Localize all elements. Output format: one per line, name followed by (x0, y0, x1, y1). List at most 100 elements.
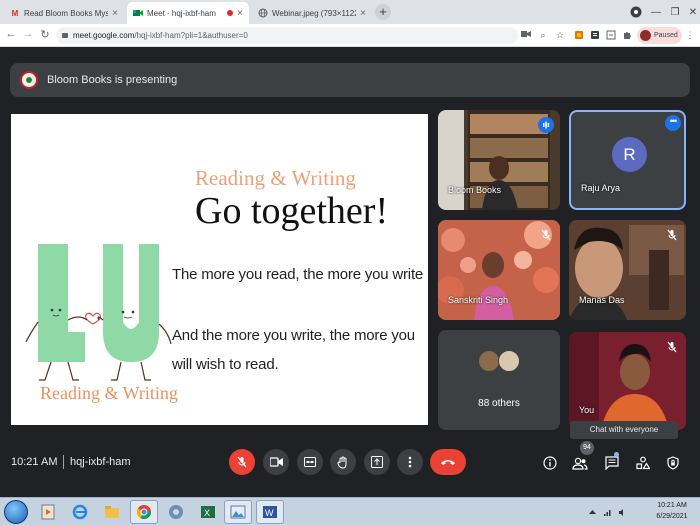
taskbar-time: 10:21 AM (657, 502, 687, 509)
tab-gmail[interactable]: M Read Bloom Books Mystery Read × (4, 2, 124, 24)
hand-icon (337, 456, 347, 469)
avatar: R (612, 137, 647, 172)
slide-line-1: The more you read, the more you write (172, 266, 424, 283)
slide-heading-small: Reading & Writing (195, 166, 356, 190)
participant-tile-sanskriti-singh[interactable]: Sanskriti Singh (438, 220, 560, 320)
mic-toggle-button[interactable] (229, 449, 255, 475)
mic-off-icon (541, 229, 551, 241)
presentation-slide: Reading & Writing Go together! The more … (11, 114, 428, 425)
url-field[interactable]: meet.google.com/hqj-ixbf-ham?pli=1&authu… (56, 27, 518, 44)
chrome-icon[interactable] (130, 500, 158, 524)
extension-capture-icon[interactable] (606, 30, 616, 40)
camera-permission-icon[interactable] (521, 30, 531, 40)
browser-menu-icon[interactable]: ⋮ (685, 30, 695, 40)
reload-icon[interactable]: ↻ (38, 28, 52, 41)
new-message-dot (614, 452, 619, 457)
tab-title: Read Bloom Books Mystery Read (24, 8, 109, 18)
presenting-banner: Bloom Books is presenting (10, 63, 690, 97)
forward-icon[interactable]: → (21, 28, 35, 40)
participant-tile-bloom-books[interactable]: Bloom Books (438, 110, 560, 210)
internet-explorer-icon[interactable] (66, 500, 94, 524)
slide-line-3: will wish to read. (172, 356, 279, 373)
address-bar: ← → ↻ meet.google.com/hqj-ixbf-ham?pli=1… (0, 24, 700, 47)
word-icon[interactable]: W (256, 500, 284, 524)
profile-button[interactable]: Paused (637, 27, 682, 44)
excel-icon[interactable]: X (194, 500, 222, 524)
people-button[interactable] (571, 454, 589, 472)
participant-tile-others[interactable]: 88 others (438, 330, 560, 430)
more-options-icon[interactable]: ••• (665, 115, 681, 131)
tab-meet[interactable]: Meet - hqj-ixbf-ham × (127, 2, 249, 24)
back-icon[interactable]: ← (4, 28, 18, 40)
chat-tooltip: Chat with everyone (570, 421, 678, 439)
mic-off-icon (667, 341, 677, 353)
bloom-books-logo-icon (20, 71, 38, 89)
participant-tile-raju-arya[interactable]: R ••• Raju Arya (569, 110, 686, 210)
meeting-code: hqj-ixbf-ham (70, 456, 131, 468)
presenting-text: Bloom Books is presenting (47, 74, 178, 86)
close-icon[interactable]: × (360, 8, 366, 19)
bookmark-star-icon[interactable]: ☆ (555, 30, 565, 40)
captions-button[interactable] (297, 449, 323, 475)
camera-icon (269, 457, 283, 467)
activities-button[interactable] (634, 454, 652, 472)
slide-caption: Reading & Writing (40, 383, 178, 403)
more-vert-icon (408, 456, 412, 468)
tray-arrow-icon[interactable] (588, 504, 597, 514)
volume-icon[interactable] (618, 504, 627, 516)
extension-notes-icon[interactable] (590, 30, 600, 40)
file-explorer-icon[interactable] (98, 500, 126, 524)
speaking-indicator-icon (538, 117, 554, 133)
hang-up-icon (441, 460, 455, 465)
window-close-icon[interactable]: ✕ (681, 0, 700, 24)
chat-icon (605, 456, 619, 470)
camera-toggle-button[interactable] (263, 449, 289, 475)
photo-viewer-icon[interactable] (224, 500, 252, 524)
participant-name: Sanskriti Singh (448, 295, 509, 305)
captions-icon (304, 457, 316, 467)
others-count: 88 others (478, 398, 520, 409)
lock-icon (62, 33, 68, 38)
host-controls-button[interactable] (664, 454, 682, 472)
tab-webinar[interactable]: Webinar.jpeg (793×1122) × (252, 2, 372, 24)
chrome-profile-icon[interactable] (162, 500, 190, 524)
people-count-badge: 94 (580, 441, 594, 455)
zoom-icon[interactable]: ⌕ (538, 30, 548, 40)
tab-title: Webinar.jpeg (793×1122) (272, 8, 357, 18)
close-icon[interactable]: × (237, 8, 243, 19)
leave-call-button[interactable] (430, 449, 466, 475)
extensions-puzzle-icon[interactable] (622, 30, 632, 40)
svg-text:W: W (265, 508, 274, 518)
new-tab-button[interactable]: + (375, 4, 391, 20)
meeting-details-button[interactable] (541, 454, 559, 472)
participant-name: Bloom Books (448, 185, 502, 195)
present-icon (371, 456, 383, 468)
meet-icon (133, 8, 143, 18)
extension-honey-icon[interactable] (574, 30, 584, 40)
chat-button[interactable] (603, 454, 621, 472)
raise-hand-button[interactable] (330, 449, 356, 475)
avatar (478, 350, 500, 372)
start-button[interactable] (4, 500, 28, 524)
close-icon[interactable]: × (112, 8, 118, 19)
taskbar-date: 6/29/2021 (656, 513, 688, 520)
tab-title: Meet - hqj-ixbf-ham (147, 8, 216, 18)
present-now-button[interactable] (364, 449, 390, 475)
svg-text:X: X (204, 508, 210, 518)
avatar (498, 350, 520, 372)
media-player-icon[interactable] (34, 500, 62, 524)
shield-lock-icon (667, 456, 679, 470)
network-icon[interactable] (603, 504, 612, 516)
participant-name: Manas Das (579, 295, 625, 305)
meeting-time: 10:21 AM (11, 456, 58, 468)
profile-avatar (640, 30, 651, 41)
more-options-button[interactable] (397, 449, 423, 475)
participant-tile-manas-das[interactable]: Manas Das (569, 220, 686, 320)
divider (63, 455, 64, 469)
mic-off-icon (237, 456, 247, 468)
participant-tile-you[interactable]: You (569, 332, 686, 430)
meet-window: Bloom Books is presenting Reading & Writ… (0, 48, 700, 496)
participant-name: Raju Arya (581, 183, 621, 193)
url-path: /hqj-ixbf-ham?pli=1&authuser=0 (134, 31, 248, 40)
taskbar-clock[interactable]: 10:21 AM 6/29/2021 (648, 500, 696, 522)
